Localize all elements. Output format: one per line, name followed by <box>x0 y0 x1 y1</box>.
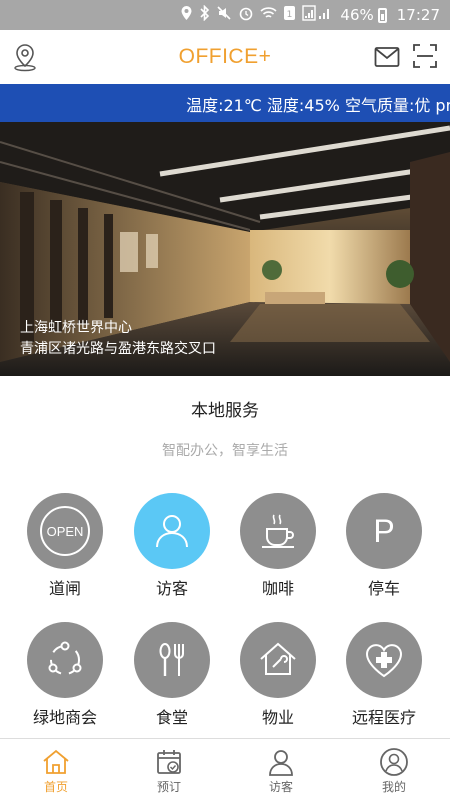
parking-icon: P <box>346 493 422 569</box>
battery-indicator: 46% <box>340 6 387 24</box>
service-chamber[interactable]: 绿地商会 <box>17 622 113 728</box>
mail-icon[interactable] <box>374 44 400 70</box>
service-canteen[interactable]: 食堂 <box>124 622 220 728</box>
service-label: 道闸 <box>48 579 81 598</box>
battery-percent: 46% <box>340 6 374 24</box>
alarm-icon <box>238 5 254 25</box>
bluetooth-icon <box>199 4 210 25</box>
app-title: OFFICE+ <box>178 45 272 68</box>
building-address: 青浦区诸光路与盈港东路交叉口 <box>20 341 216 357</box>
parking-text: P <box>373 513 394 549</box>
service-label: 物业 <box>261 708 294 727</box>
building-banner[interactable]: 上海虹桥世界中心 青浦区诸光路与盈港东路交叉口 <box>0 122 450 376</box>
profile-icon <box>379 747 409 777</box>
battery-icon <box>377 7 387 23</box>
service-telemedicine[interactable]: 远程医疗 <box>336 622 432 728</box>
tab-profile[interactable]: 我的 <box>354 747 434 795</box>
location-pin-icon[interactable] <box>10 42 40 72</box>
service-label: 访客 <box>155 579 188 598</box>
service-property[interactable]: 物业 <box>230 622 326 728</box>
weather-ticker-text: 温度:21℃ 湿度:45% 空气质量:优 pm2.5: <box>186 96 450 115</box>
tab-label: 我的 <box>381 780 406 794</box>
service-coffee[interactable]: 咖啡 <box>230 493 326 599</box>
service-label: 绿地商会 <box>32 708 97 727</box>
tab-label: 访客 <box>268 780 293 794</box>
svg-text:1: 1 <box>287 10 293 20</box>
open-gate-icon: OPEN <box>27 493 103 569</box>
signal-icon <box>302 5 332 25</box>
building-name: 上海虹桥世界中心 <box>20 320 132 336</box>
banner-caption: 上海虹桥世界中心 青浦区诸光路与盈港东路交叉口 <box>20 318 216 360</box>
status-bar: 1 46% 17:27 <box>0 0 450 30</box>
tab-label: 首页 <box>43 780 68 794</box>
status-icons: 1 <box>180 4 332 25</box>
section-title: 本地服务 <box>191 401 259 421</box>
tab-label: 预订 <box>156 780 181 794</box>
bottom-tab-bar: 首页 预订 访客 我的 <box>0 738 450 800</box>
service-label: 食堂 <box>155 708 188 727</box>
chamber-icon <box>27 622 103 698</box>
visitor-icon <box>266 747 296 777</box>
tab-visitor[interactable]: 访客 <box>241 747 321 795</box>
mute-icon <box>216 5 232 25</box>
open-gate-text: OPEN <box>47 524 84 539</box>
home-icon <box>41 747 71 777</box>
property-icon <box>240 622 316 698</box>
service-label: 远程医疗 <box>351 708 416 727</box>
tab-booking[interactable]: 预订 <box>129 747 209 795</box>
sim-icon: 1 <box>283 5 296 25</box>
coffee-icon <box>240 493 316 569</box>
service-gate[interactable]: OPEN 道闸 <box>17 493 113 599</box>
location-status-icon <box>180 5 193 25</box>
booking-icon <box>154 747 184 777</box>
weather-ticker: 温度:21℃ 湿度:45% 空气质量:优 pm2.5: <box>0 84 450 122</box>
clock: 17:27 <box>396 6 440 24</box>
scan-icon[interactable] <box>412 43 438 69</box>
service-label: 停车 <box>367 579 400 598</box>
section-subtitle: 智配办公，智享生活 <box>162 443 288 459</box>
tab-home[interactable]: 首页 <box>16 747 96 795</box>
service-parking[interactable]: P 停车 <box>336 493 432 599</box>
wifi-icon <box>260 6 277 24</box>
app-header: OFFICE+ <box>0 30 450 84</box>
visitor-icon <box>134 493 210 569</box>
telemedicine-icon <box>346 622 422 698</box>
service-label: 咖啡 <box>261 579 294 598</box>
canteen-icon <box>134 622 210 698</box>
service-visitor[interactable]: 访客 <box>124 493 220 599</box>
